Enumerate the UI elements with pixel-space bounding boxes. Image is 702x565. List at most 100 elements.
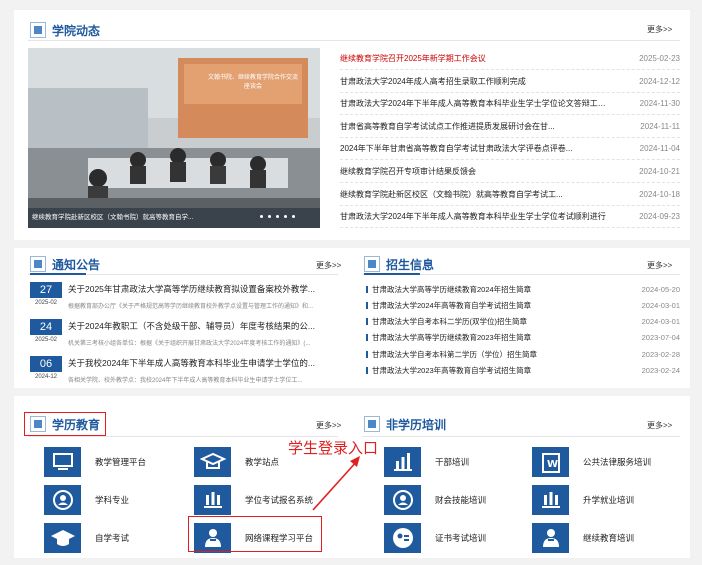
nonedu-section-icon xyxy=(364,416,380,432)
graduation-cap-icon xyxy=(194,447,231,477)
nav-tile[interactable]: 教学站点 xyxy=(194,447,279,477)
carousel-dot[interactable] xyxy=(268,215,271,218)
news-item-title[interactable]: 甘肃政法大学2024年成人高考招生录取工作顺利完成 xyxy=(340,76,610,87)
nav-tile-label[interactable]: 自学考试 xyxy=(95,532,129,544)
enroll-item[interactable]: 甘肃政法大学自考本科二学历(双学位)招生简章 2024-03-01 xyxy=(366,314,680,330)
news-item[interactable]: 甘肃政法大学2024年成人高考招生录取工作顺利完成 2024-12-12 xyxy=(340,71,680,93)
nav-tile-label[interactable]: 继续教育培训 xyxy=(583,532,634,544)
speaker-icon xyxy=(364,256,380,272)
notice-day: 27 xyxy=(30,282,62,298)
annotation-arrow xyxy=(312,456,360,511)
nav-tile-label[interactable]: 财会技能培训 xyxy=(435,494,486,506)
edu-section-icon xyxy=(30,416,46,432)
nav-tile[interactable]: 财会技能培训 xyxy=(384,485,486,515)
enroll-item[interactable]: 甘肃政法大学高等学历继续教育2024年招生简章 2024-05-20 xyxy=(366,281,680,297)
photo-banner: 文翰书院、继续教育学院合作交流座谈会 xyxy=(207,75,298,90)
enroll-item-title[interactable]: 甘肃政法大学自考本科二学历(双学位)招生简章 xyxy=(366,316,527,327)
news-item-date: 2024-11-04 xyxy=(639,144,680,154)
nav-tile[interactable]: W 公共法律服务培训 xyxy=(532,447,651,477)
nonedu-divider xyxy=(362,436,680,437)
enroll-item-date: 2023-02-28 xyxy=(641,349,680,359)
carousel-dot[interactable] xyxy=(260,215,263,218)
id-icon xyxy=(384,523,421,553)
nav-tile-label[interactable]: 教学站点 xyxy=(245,456,279,468)
nav-tile-label[interactable]: 公共法律服务培训 xyxy=(583,456,651,468)
enroll-item-title[interactable]: 甘肃政法大学2023年高等教育自学考试招生简章 xyxy=(366,365,531,376)
nav-tile[interactable]: 证书考试培训 xyxy=(384,523,486,553)
news-item-date: 2024-12-12 xyxy=(639,76,680,86)
notice-item[interactable]: 06 2024-12 关于我校2024年下半年成人高等教育本科毕业生申请学士学位的.… xyxy=(30,356,320,390)
cap-icon xyxy=(44,523,81,553)
enroll-item-title[interactable]: 甘肃政法大学2024年高等教育自学考试招生简章 xyxy=(366,300,531,311)
nav-tile-label[interactable]: 升学就业培训 xyxy=(583,494,634,506)
enroll-item-title[interactable]: 甘肃政法大学自考本科第二学历（学位）招生简章 xyxy=(366,349,537,360)
building-icon xyxy=(532,485,569,515)
enroll-item-date: 2023-07-04 xyxy=(641,333,680,343)
nav-tile[interactable]: 学位考试报名系统 xyxy=(194,485,313,515)
enroll-item[interactable]: 甘肃政法大学2023年高等教育自学考试招生简章 2023-02-24 xyxy=(366,363,680,379)
carousel-dot[interactable] xyxy=(284,215,287,218)
nav-tile-label[interactable]: 学位考试报名系统 xyxy=(245,494,313,506)
news-item-date: 2024-10-21 xyxy=(639,167,680,176)
notice-item[interactable]: 27 2025-02 关于2025年甘肃政法大学高等学历继续教育拟设置备案校外教学.… xyxy=(30,282,320,316)
nav-tile-label[interactable]: 干部培训 xyxy=(435,456,469,468)
notices-title-underline xyxy=(30,273,86,275)
nav-tile[interactable]: 升学就业培训 xyxy=(532,485,634,515)
notice-year-month: 2024-12 xyxy=(34,374,58,380)
news-item[interactable]: 继续教育学院赴新区校区（文翰书院）就高等教育自学考试工... 2024-10-18 xyxy=(340,184,680,206)
news-item[interactable]: 甘肃政法大学2024年下半年成人高等教育本科毕业生学士学位论文答辩工作... 20… xyxy=(340,93,680,116)
news-item[interactable]: 甘肃政法大学2024年下半年成人高等教育本科毕业生学士学位考试顺利进行 2024-… xyxy=(340,206,680,229)
news-more-link[interactable]: 更多>> xyxy=(647,24,672,35)
building-icon xyxy=(194,485,231,515)
nav-tile[interactable]: 继续教育培训 xyxy=(532,523,634,553)
news-item-title[interactable]: 继续教育学院召开专项审计结果反馈会 xyxy=(340,166,610,177)
news-item[interactable]: 甘肃省高等教育自学考试试点工作推进提质发展研讨会在甘... 2024-11-11 xyxy=(340,116,680,138)
notice-year-month: 2025-02 xyxy=(34,300,58,306)
enroll-item[interactable]: 甘肃政法大学高等学历继续教育2023年招生简章 2023-07-04 xyxy=(366,330,680,346)
notices-more-link[interactable]: 更多>> xyxy=(316,260,341,271)
nav-tile-label[interactable]: 教学管理平台 xyxy=(95,456,146,468)
edu-more-link[interactable]: 更多>> xyxy=(316,420,341,431)
news-item-title[interactable]: 甘肃政法大学2024年下半年成人高等教育本科毕业生学士学位论文答辩工作... xyxy=(340,98,610,109)
news-item[interactable]: 继续教育学院召开专项审计结果反馈会 2024-10-21 xyxy=(340,161,680,183)
carousel-dot[interactable] xyxy=(292,215,295,218)
enroll-item-title[interactable]: 甘肃政法大学高等学历继续教育2023年招生简章 xyxy=(366,332,531,343)
monitor-icon xyxy=(44,447,81,477)
nav-tile[interactable]: 教学管理平台 xyxy=(44,447,146,477)
news-divider xyxy=(28,40,680,41)
news-item-title[interactable]: 甘肃省高等教育自学考试试点工作推进提质发展研讨会在甘... xyxy=(340,121,610,132)
speaker-icon xyxy=(30,256,46,272)
notice-title[interactable]: 关于我校2024年下半年成人高等教育本科毕业生申请学士学位的... xyxy=(68,357,320,369)
user-circle-icon xyxy=(44,485,81,515)
enroll-item-title[interactable]: 甘肃政法大学高等学历继续教育2024年招生简章 xyxy=(366,284,531,295)
enroll-item-date: 2024-05-20 xyxy=(641,284,680,294)
news-item[interactable]: 继续教育学院召开2025年新学期工作会议 2025-02-23 xyxy=(340,48,680,70)
news-item-title[interactable]: 继续教育学院赴新区校区（文翰书院）就高等教育自学考试工... xyxy=(340,189,610,200)
notice-title[interactable]: 关于2024年教职工（不含处级干部、辅导员）年度考核结果的公... xyxy=(68,320,320,332)
photo-caption: 继续教育学院赴新区校区（文翰书院）就高等教育自学... xyxy=(32,214,194,221)
nav-tile[interactable]: 干部培训 xyxy=(384,447,469,477)
nav-tile-label[interactable]: 证书考试培训 xyxy=(435,532,486,544)
nonedu-more-link[interactable]: 更多>> xyxy=(647,420,672,431)
news-item[interactable]: 2024年下半年甘肃省高等教育自学考试甘肃政法大学评卷点评卷... 2024-11… xyxy=(340,138,680,161)
nav-tile-label[interactable]: 学科专业 xyxy=(95,494,129,506)
news-item-title[interactable]: 继续教育学院召开2025年新学期工作会议 xyxy=(340,53,610,64)
news-item-date: 2024-10-18 xyxy=(639,189,680,199)
news-section-icon xyxy=(30,22,46,38)
enroll-more-link[interactable]: 更多>> xyxy=(647,260,672,271)
enroll-item[interactable]: 甘肃政法大学2024年高等教育自学考试招生简章 2024-03-01 xyxy=(366,297,680,313)
carousel-dot[interactable] xyxy=(276,215,279,218)
news-item-date: 2024-11-30 xyxy=(639,99,680,109)
nav-tile[interactable]: 学科专业 xyxy=(44,485,129,515)
news-item-title[interactable]: 2024年下半年甘肃省高等教育自学考试甘肃政法大学评卷点评卷... xyxy=(340,143,610,154)
word-icon: W xyxy=(532,447,569,477)
nav-tile[interactable]: 自学考试 xyxy=(44,523,129,553)
carousel-dots[interactable] xyxy=(260,215,295,218)
news-photo[interactable]: 文翰书院、继续教育学院合作交流座谈会 继续教育学院赴新区校区（文翰书院）就高等教… xyxy=(28,48,320,228)
notice-title[interactable]: 关于2025年甘肃政法大学高等学历继续教育拟设置备案校外教学... xyxy=(68,283,320,295)
notice-item[interactable]: 24 2025-02 关于2024年教职工（不含处级干部、辅导员）年度考核结果的公.… xyxy=(30,319,320,353)
news-item-date: 2024-11-11 xyxy=(640,121,680,131)
notice-year-month: 2025-02 xyxy=(34,337,58,343)
enroll-item[interactable]: 甘肃政法大学自考本科第二学历（学位）招生简章 2023-02-28 xyxy=(366,346,680,362)
news-item-title[interactable]: 甘肃政法大学2024年下半年成人高等教育本科毕业生学士学位考试顺利进行 xyxy=(340,211,610,222)
